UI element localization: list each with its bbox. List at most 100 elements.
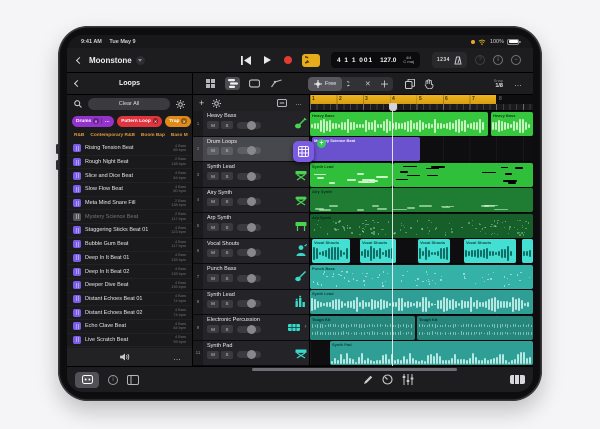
list-item[interactable]: Distant Echoes Beat 01 4 Bars 74 bpm: [67, 293, 192, 307]
region-synth-pad[interactable]: Synth Pad: [330, 341, 533, 365]
tracks-view-icon[interactable]: [225, 77, 240, 90]
track-row-vocal-shouts[interactable]: 6 Vocal Shouts MS: [193, 238, 309, 264]
split-tool-icon[interactable]: [376, 80, 393, 88]
list-item[interactable]: Staggering Sticks Beat 01 4 Bars 123 bpm: [67, 224, 192, 238]
list-item[interactable]: Live Scratch Beat 4 Bars 95 bpm: [67, 334, 192, 348]
solo-button[interactable]: S: [221, 274, 233, 282]
remove-filter-icon[interactable]: ✕: [93, 118, 99, 124]
cycle-button[interactable]: [302, 53, 320, 67]
volume-slider[interactable]: [237, 222, 261, 232]
search-icon[interactable]: [74, 100, 82, 108]
count-in-button[interactable]: 1234: [437, 57, 450, 63]
automation-icon[interactable]: [269, 77, 284, 90]
track-row-synth-lead-2[interactable]: 8 Synth Lead MS: [193, 289, 309, 315]
region-vocal-shouts-5[interactable]: [522, 239, 533, 263]
clear-all-button[interactable]: Clear All: [88, 98, 170, 110]
track-settings-gear-icon[interactable]: [212, 98, 222, 108]
mute-button[interactable]: M: [207, 197, 219, 206]
volume-slider[interactable]: [237, 299, 261, 308]
volume-slider[interactable]: [237, 146, 261, 155]
mute-button[interactable]: M: [207, 146, 219, 155]
metronome-icon[interactable]: [454, 56, 462, 65]
filter-chip-pattern-loop[interactable]: Pattern Loop ✕: [117, 115, 163, 127]
list-item[interactable]: Deep In It Beat 01 4 Bars 135 bpm: [67, 252, 192, 266]
copy-icon[interactable]: [405, 78, 416, 89]
region-vocal-shouts-4[interactable]: Vocal Shouts: [464, 239, 516, 263]
arrange-timeline[interactable]: 1 2 3 4 5 6 7 8 Heavy Bass Heavy Bass My…: [310, 95, 533, 366]
track-row-synth-pad[interactable]: 11 Synth Pad MS: [193, 340, 309, 366]
piano-keyboard-icon[interactable]: [510, 375, 525, 384]
region-mystery-science-beat-dragging[interactable]: Mystery Science Beat +: [312, 137, 420, 161]
playhead-handle[interactable]: [388, 103, 397, 111]
record-button[interactable]: [281, 53, 295, 67]
filter-chip-trap[interactable]: Trap ✕: [165, 115, 191, 127]
track-row-synth-lead-1[interactable]: 3 Synth Lead MS: [193, 162, 309, 188]
list-item[interactable]: Slice and Dice Beat 4 Bars 84 bpm: [67, 169, 192, 184]
mute-button[interactable]: M: [207, 325, 219, 333]
solo-button[interactable]: S: [221, 121, 233, 129]
solo-button[interactable]: S: [221, 350, 233, 359]
collapse-icon[interactable]: −: [511, 55, 521, 65]
region-tough-kit-1[interactable]: Tough Kit: [310, 315, 415, 340]
remove-filter-icon[interactable]: ✕: [152, 118, 159, 124]
more-options-icon[interactable]: …: [514, 79, 523, 88]
track-row-electronic-percussion[interactable]: 9 Electronic Percussion MS ›: [193, 315, 309, 341]
loops-more-icon[interactable]: …: [173, 353, 182, 362]
project-title[interactable]: Moonstone: [89, 56, 132, 65]
help-icon[interactable]: ?: [475, 55, 485, 65]
free-tool-button[interactable]: Free: [308, 76, 343, 91]
region-vocal-shouts-3[interactable]: Vocal Shouts: [418, 239, 450, 263]
go-to-beginning-button[interactable]: [239, 53, 253, 67]
solo-button[interactable]: S: [221, 248, 233, 257]
mixer-faders-icon[interactable]: [402, 374, 414, 385]
lcd-display[interactable]: 4 1 1 001 127.0 4/4 C maj: [331, 52, 420, 68]
sidebar-toggle-icon[interactable]: [127, 374, 139, 385]
drag-ghost-loop-icon[interactable]: [293, 141, 314, 162]
region-tough-kit-2[interactable]: Tough Kit: [417, 315, 533, 340]
list-item[interactable]: Bubble Gum Beat 4 Bars 117 bpm: [67, 238, 192, 252]
track-more-icon[interactable]: …: [295, 100, 303, 107]
list-item[interactable]: Distant Echoes Beat 02 4 Bars 74 bpm: [67, 306, 192, 320]
mute-button[interactable]: M: [207, 299, 219, 308]
remove-filter-icon[interactable]: ✕: [181, 118, 187, 124]
region-heavy-bass[interactable]: Heavy Bass: [310, 111, 488, 136]
back-chevron-icon[interactable]: [75, 56, 84, 64]
track-display-icon[interactable]: [277, 99, 287, 107]
list-item[interactable]: Slow Flow Beat 4 Bars 80 bpm: [67, 183, 192, 197]
volume-slider[interactable]: [237, 171, 261, 181]
list-item[interactable]: Deeper Dive Beat 4 Bars 135 bpm: [67, 279, 192, 293]
track-row-punch-bass[interactable]: 7 Punch Bass MS: [193, 264, 309, 290]
beat-ruler[interactable]: [310, 104, 533, 111]
browser-button-active[interactable]: [75, 371, 99, 388]
plugin-dial-icon[interactable]: [382, 374, 393, 385]
volume-slider[interactable]: [237, 197, 261, 206]
mute-button[interactable]: M: [207, 172, 219, 180]
solo-button[interactable]: S: [221, 223, 233, 231]
mute-button[interactable]: M: [207, 274, 219, 282]
mute-button[interactable]: M: [207, 248, 219, 257]
add-track-icon[interactable]: +: [199, 98, 204, 108]
expand-stack-chevron-icon[interactable]: ›: [302, 315, 309, 340]
region-vocal-shouts-1[interactable]: Vocal Shouts: [312, 239, 350, 263]
track-row-drum-loops[interactable]: 2 Drum Loops MS: [193, 136, 309, 162]
tag-contemporary-rnb[interactable]: Contemporary R&B: [90, 133, 135, 138]
chip-more-icon[interactable]: …: [100, 118, 111, 124]
tag-rnb[interactable]: R&B: [74, 133, 84, 138]
play-button[interactable]: [260, 53, 274, 67]
pencil-edit-icon[interactable]: [363, 375, 373, 385]
scissors-tool-icon[interactable]: ✕: [359, 80, 376, 88]
list-item[interactable]: Meta Mind Snare Fill 2 Bars 138 bpm: [67, 197, 192, 211]
project-menu-icon[interactable]: [135, 55, 145, 65]
mute-button[interactable]: M: [207, 121, 219, 129]
mute-button[interactable]: M: [207, 350, 219, 359]
track-row-heavy-bass[interactable]: 1 Heavy Bass MS: [193, 111, 309, 137]
filter-chip-drums[interactable]: Drums ✕ …: [72, 115, 115, 127]
track-row-airy-synth[interactable]: 4 Airy Synth MS: [193, 187, 309, 213]
playhead-line[interactable]: [392, 104, 393, 366]
tag-bass[interactable]: Bass M: [171, 133, 188, 138]
region-arp-synth[interactable]: Arp Synth: [310, 213, 533, 238]
volume-slider[interactable]: [237, 350, 261, 359]
tag-boom-bap[interactable]: Boom Bap: [141, 133, 165, 138]
cycle-range-ruler[interactable]: 1 2 3 4 5 6 7: [310, 95, 496, 104]
solo-button[interactable]: S: [221, 325, 233, 333]
